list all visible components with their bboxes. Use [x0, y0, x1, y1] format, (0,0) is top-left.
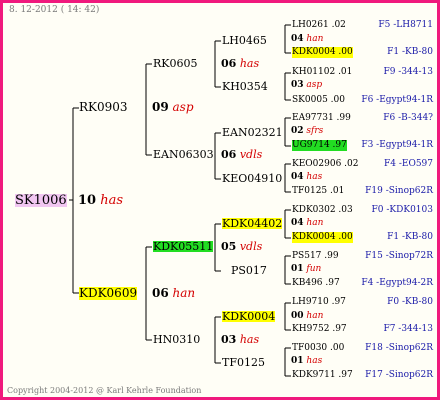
gen3-gen: 03 asp	[291, 80, 322, 91]
root-id: SK1006	[15, 193, 67, 208]
gen3-id: PS017	[231, 264, 267, 277]
gen3-id: LH0465	[222, 34, 267, 47]
gen3-breed: has	[306, 172, 323, 182]
gen4-ref: F19 -Sinop62R	[365, 186, 433, 196]
gen4-ref: F9 -344-13	[383, 67, 433, 77]
gen1-breed: han	[172, 286, 196, 300]
gen3-id: TF0125	[222, 356, 265, 369]
gen2-id: RK0605	[153, 57, 198, 70]
gen2-gen-number: 06	[221, 57, 237, 70]
gen2-breed: has	[239, 333, 260, 346]
gen4-ref: F18 -Sinop62R	[365, 343, 433, 353]
gen3-breed: fun	[306, 264, 322, 274]
gen2-id: KDK05511	[153, 240, 214, 253]
gen4-id: LH9710 .97	[292, 297, 346, 307]
gen4-ref: F0 -KB-80	[387, 297, 433, 307]
gen1-gen: 06 han	[152, 287, 195, 300]
copyright-footer: Copyright 2004-2012 @ Karl Kehrle Founda…	[7, 386, 202, 395]
gen2-gen-number: 05	[221, 240, 237, 253]
gen2-gen-number: 03	[221, 333, 237, 346]
gen4-ref: F3 -Egypt94-1R	[361, 140, 433, 150]
gen2-gen: 06 has	[221, 58, 259, 69]
gen3-gen-number: 02	[291, 126, 304, 136]
gen1-id: RK0903	[79, 100, 128, 114]
gen1-id: KDK0609	[79, 286, 138, 300]
gen4-ref: F4 -EO597	[384, 159, 433, 169]
gen4-id: TF0030 .00	[292, 343, 345, 353]
gen4-ref: F5 -LH8711	[378, 20, 433, 30]
gen2-gen: 06 vdls	[221, 149, 262, 160]
gen3-gen: 00 han	[291, 311, 323, 322]
gen3-gen: 02 sfrs	[291, 126, 323, 137]
gen4-ref: F6 -B-344?	[383, 113, 433, 123]
gen3-gen-number: 01	[291, 356, 304, 366]
gen1-gen-number: 09	[152, 100, 169, 114]
gen4-id: UG9714 .97	[292, 140, 347, 151]
gen4-ref: F7 -344-13	[383, 324, 433, 334]
gen3-gen: 04 han	[291, 34, 323, 45]
gen2-breed: vdls	[239, 148, 263, 161]
gen3-breed: asp	[306, 80, 323, 90]
gen4-id: TF0125 .01	[292, 186, 345, 196]
gen4-id: KH01102 .01	[292, 67, 353, 77]
gen3-gen-number: 00	[291, 311, 304, 321]
gen3-breed: sfrs	[306, 126, 324, 136]
gen4-id: LH0261 .02	[292, 20, 346, 30]
gen3-breed: han	[306, 218, 324, 228]
gen3-id: KDK04402	[222, 217, 283, 230]
gen3-id: KDK0004	[222, 310, 276, 323]
pedigree-chart: 8. 12-2012 ( 14: 42) SK1006 10 has RK090…	[0, 0, 440, 400]
root-gen: 10 has	[78, 194, 123, 207]
gen4-ref: F0 -KDK0103	[371, 205, 433, 215]
gen4-id: KDK0004 .00	[292, 232, 353, 243]
gen4-id: KH9752 .97	[292, 324, 347, 334]
root-breed: has	[100, 193, 124, 208]
gen2-gen: 03 has	[221, 334, 259, 345]
gen3-gen: 04 has	[291, 172, 322, 183]
gen4-id: KEO02906 .02	[292, 159, 359, 169]
gen3-gen: 01 fun	[291, 264, 321, 275]
gen4-id: EA97731 .99	[292, 113, 351, 123]
gen2-id: EAN06303	[153, 148, 214, 161]
gen3-breed: has	[306, 356, 323, 366]
gen3-gen-number: 04	[291, 172, 304, 182]
gen4-id: KDK0302 .03	[292, 205, 353, 215]
gen2-id: HN0310	[153, 333, 201, 346]
gen1-breed: asp	[172, 100, 194, 114]
gen3-id: EAN02321	[222, 126, 283, 139]
gen3-breed: han	[306, 34, 324, 44]
gen3-id: KH0354	[222, 80, 268, 93]
gen4-ref: F1 -KB-80	[387, 232, 433, 242]
gen2-gen-number: 06	[221, 148, 237, 161]
gen3-gen-number: 04	[291, 218, 304, 228]
gen4-ref: F15 -Sinop72R	[365, 251, 433, 261]
gen4-id: KDK0004 .00	[292, 47, 353, 58]
gen1-gen: 09 asp	[152, 101, 194, 114]
gen3-gen-number: 04	[291, 34, 304, 44]
gen4-id: KB496 .97	[292, 278, 340, 288]
gen2-gen: 05 vdls	[221, 241, 262, 252]
gen2-breed: has	[239, 57, 260, 70]
gen3-gen: 01 has	[291, 356, 322, 367]
gen4-ref: F1 -KB-80	[387, 47, 433, 57]
gen3-id: KEO04910	[222, 172, 283, 185]
gen1-gen-number: 06	[152, 286, 169, 300]
gen4-id: SK0005 .00	[292, 95, 345, 105]
gen4-ref: F17 -Sinop62R	[365, 370, 433, 380]
gen4-id: PS517 .99	[292, 251, 339, 261]
gen3-breed: han	[306, 311, 324, 321]
gen3-gen-number: 03	[291, 80, 304, 90]
tree-connectors	[69, 24, 291, 377]
gen2-breed: vdls	[239, 240, 263, 253]
gen4-id: KDK9711 .97	[292, 370, 353, 380]
gen3-gen: 04 han	[291, 218, 323, 229]
gen4-ref: F4 -Egypt94-2R	[361, 278, 433, 288]
gen3-gen-number: 01	[291, 264, 304, 274]
root-gen-number: 10	[78, 193, 97, 208]
gen4-ref: F6 -Egypt94-1R	[361, 95, 433, 105]
